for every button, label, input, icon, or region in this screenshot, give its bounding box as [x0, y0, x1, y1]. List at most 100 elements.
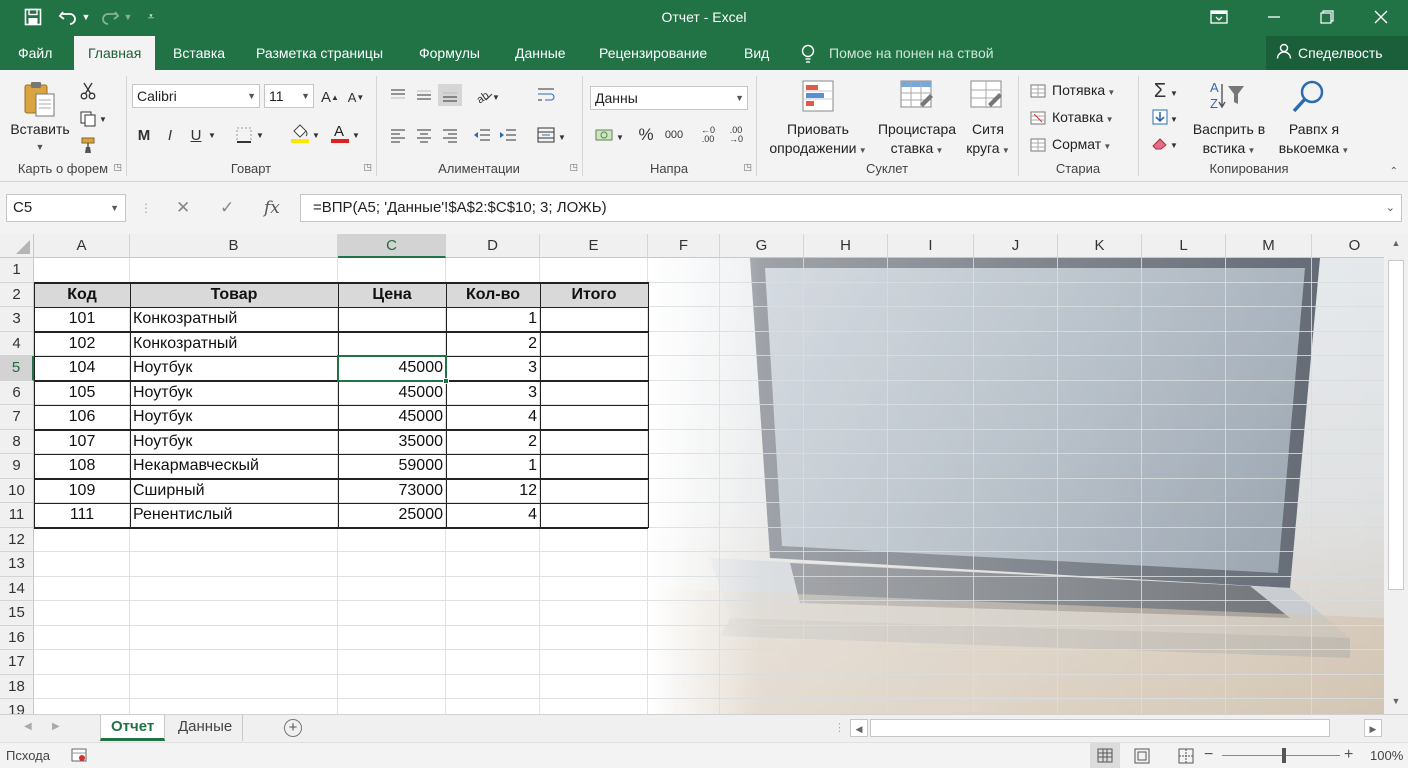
row-header-11[interactable]: 11	[0, 503, 34, 528]
column-header-h[interactable]: H	[804, 234, 888, 258]
scroll-up-icon[interactable]: ▲	[1388, 238, 1404, 254]
cell-styles-icon[interactable]	[968, 78, 1004, 114]
horizontal-scroll-thumb[interactable]	[870, 719, 1330, 737]
thousands-separator-button[interactable]: 000	[662, 124, 686, 146]
format-as-table-icon[interactable]	[898, 78, 934, 114]
number-launcher-icon[interactable]: ◳	[743, 162, 752, 173]
insert-cells-button[interactable]: Потявка ▼	[1052, 81, 1115, 102]
cell-e3[interactable]	[540, 307, 648, 332]
cell-b8[interactable]: Ноутбук	[130, 430, 338, 455]
tab-page-layout[interactable]: Разметка страницы	[256, 36, 383, 70]
row-header-10[interactable]: 10	[0, 478, 34, 503]
cell-d4[interactable]: 2	[446, 332, 540, 357]
column-header-o[interactable]: O	[1312, 234, 1384, 258]
expand-formula-icon[interactable]: ⌄	[1386, 195, 1395, 221]
clear-dropdown-icon[interactable]: ▼	[1168, 134, 1180, 156]
zoom-slider[interactable]	[1222, 755, 1340, 756]
row-header-9[interactable]: 9	[0, 454, 34, 479]
conditional-format-icon[interactable]	[800, 78, 836, 114]
share-button[interactable]: Спеделвость	[1266, 36, 1408, 70]
cell-b4[interactable]: Конкозратный	[130, 332, 338, 357]
tab-review[interactable]: Рецензирование	[599, 36, 707, 70]
cell-d7[interactable]: 4	[446, 405, 540, 430]
decrease-decimal-icon[interactable]: .00 →0	[724, 124, 748, 146]
percent-button[interactable]: %	[634, 124, 658, 146]
next-sheet-icon[interactable]: ▶	[52, 721, 60, 732]
cell-d6[interactable]: 3	[446, 381, 540, 406]
page-layout-view-icon[interactable]	[1132, 747, 1152, 768]
underline-button[interactable]: U	[184, 124, 208, 146]
cut-icon[interactable]	[76, 80, 100, 102]
cell-c7[interactable]: 45000	[338, 405, 446, 430]
font-color-icon[interactable]: A	[328, 122, 352, 144]
format-cells-button[interactable]: Сормат ▼	[1052, 135, 1111, 156]
row-header-8[interactable]: 8	[0, 429, 34, 454]
select-all-corner[interactable]	[0, 234, 34, 258]
zoom-out-icon[interactable]: −	[1204, 746, 1213, 764]
increase-font-icon[interactable]: A ▲	[318, 86, 342, 108]
paste-dropdown-icon[interactable]: ▼	[30, 138, 50, 157]
accounting-format-icon[interactable]	[592, 124, 616, 146]
clipboard-launcher-icon[interactable]: ◳	[113, 162, 122, 173]
cell-styles-button[interactable]: Ситя круга ▼	[962, 120, 1014, 160]
row-header-19[interactable]: 19	[0, 699, 34, 714]
fill-dropdown-icon[interactable]: ▼	[1168, 108, 1180, 130]
cell-c6[interactable]: 45000	[338, 381, 446, 406]
wrap-text-icon[interactable]	[534, 84, 558, 106]
cell-e8[interactable]	[540, 430, 648, 455]
cell-b10[interactable]: Сширный	[130, 479, 338, 504]
column-header-l[interactable]: L	[1142, 234, 1226, 258]
borders-dropdown-icon[interactable]: ▼	[254, 124, 266, 146]
zoom-in-icon[interactable]: +	[1344, 746, 1353, 764]
accounting-dropdown-icon[interactable]: ▼	[614, 126, 626, 148]
font-size-select[interactable]: 11 ▼	[264, 84, 314, 108]
number-format-select[interactable]: Данны ▼	[590, 86, 748, 110]
merge-dropdown-icon[interactable]: ▼	[556, 126, 568, 148]
normal-view-icon[interactable]	[1090, 743, 1120, 768]
cell-a4[interactable]: 102	[34, 332, 130, 357]
cell-a7[interactable]: 106	[34, 405, 130, 430]
cell-a11[interactable]: 111	[34, 503, 130, 528]
tab-data[interactable]: Данные	[515, 36, 566, 70]
cell-d9[interactable]: 1	[446, 454, 540, 479]
format-cells-icon[interactable]	[1028, 134, 1048, 156]
worksheet-grid[interactable]: ABCDEFGHIJKLMO 1 2 3 4 5 6 7 8 9 10 11 12 13 14 15 16 17…	[0, 234, 1384, 714]
cell-e9[interactable]	[540, 454, 648, 479]
column-header-f[interactable]: F	[648, 234, 720, 258]
align-top-icon[interactable]	[386, 84, 410, 106]
name-box[interactable]: C5 ▼	[6, 194, 126, 222]
tab-formulas[interactable]: Формулы	[419, 36, 480, 70]
paste-icon[interactable]	[22, 80, 58, 118]
scroll-right-icon[interactable]: ▶	[1364, 719, 1382, 737]
cell-b3[interactable]: Конкозратный	[130, 307, 338, 332]
format-painter-icon[interactable]	[76, 134, 100, 156]
row-header-17[interactable]: 17	[0, 650, 34, 675]
row-header-5[interactable]: 5	[0, 356, 34, 381]
column-header-i[interactable]: I	[888, 234, 974, 258]
cell-e11[interactable]	[540, 503, 648, 528]
restore-icon[interactable]	[1298, 0, 1356, 34]
row-header-3[interactable]: 3	[0, 307, 34, 332]
align-left-icon[interactable]	[386, 124, 410, 146]
cell-e4[interactable]	[540, 332, 648, 357]
insert-cells-icon[interactable]	[1028, 80, 1048, 102]
column-header-a[interactable]: A	[34, 234, 130, 258]
autosum-dropdown-icon[interactable]: ▼	[1168, 82, 1180, 104]
zoom-slider-thumb[interactable]	[1282, 748, 1286, 763]
italic-button[interactable]: I	[158, 124, 182, 146]
minimize-icon[interactable]	[1245, 0, 1303, 34]
column-header-d[interactable]: D	[446, 234, 540, 258]
cell-a10[interactable]: 109	[34, 479, 130, 504]
prev-sheet-icon[interactable]: ◀	[24, 721, 32, 732]
format-as-table-button[interactable]: Процистара ставка ▼	[872, 120, 962, 160]
delete-cells-icon[interactable]	[1028, 107, 1048, 129]
cancel-icon[interactable]: ✕	[176, 194, 190, 222]
cell-d2[interactable]: Кол-во	[446, 282, 540, 307]
cell-d8[interactable]: 2	[446, 430, 540, 455]
fill-color-icon[interactable]	[288, 122, 312, 144]
cell-c10[interactable]: 73000	[338, 479, 446, 504]
page-break-view-icon[interactable]	[1176, 747, 1196, 768]
formula-input[interactable]: =ВПР(A5; 'Данные'!$A$2:$C$10; 3; ЛОЖЬ) ⌄	[300, 194, 1402, 222]
cell-a3[interactable]: 101	[34, 307, 130, 332]
cell-c3[interactable]	[338, 307, 446, 332]
